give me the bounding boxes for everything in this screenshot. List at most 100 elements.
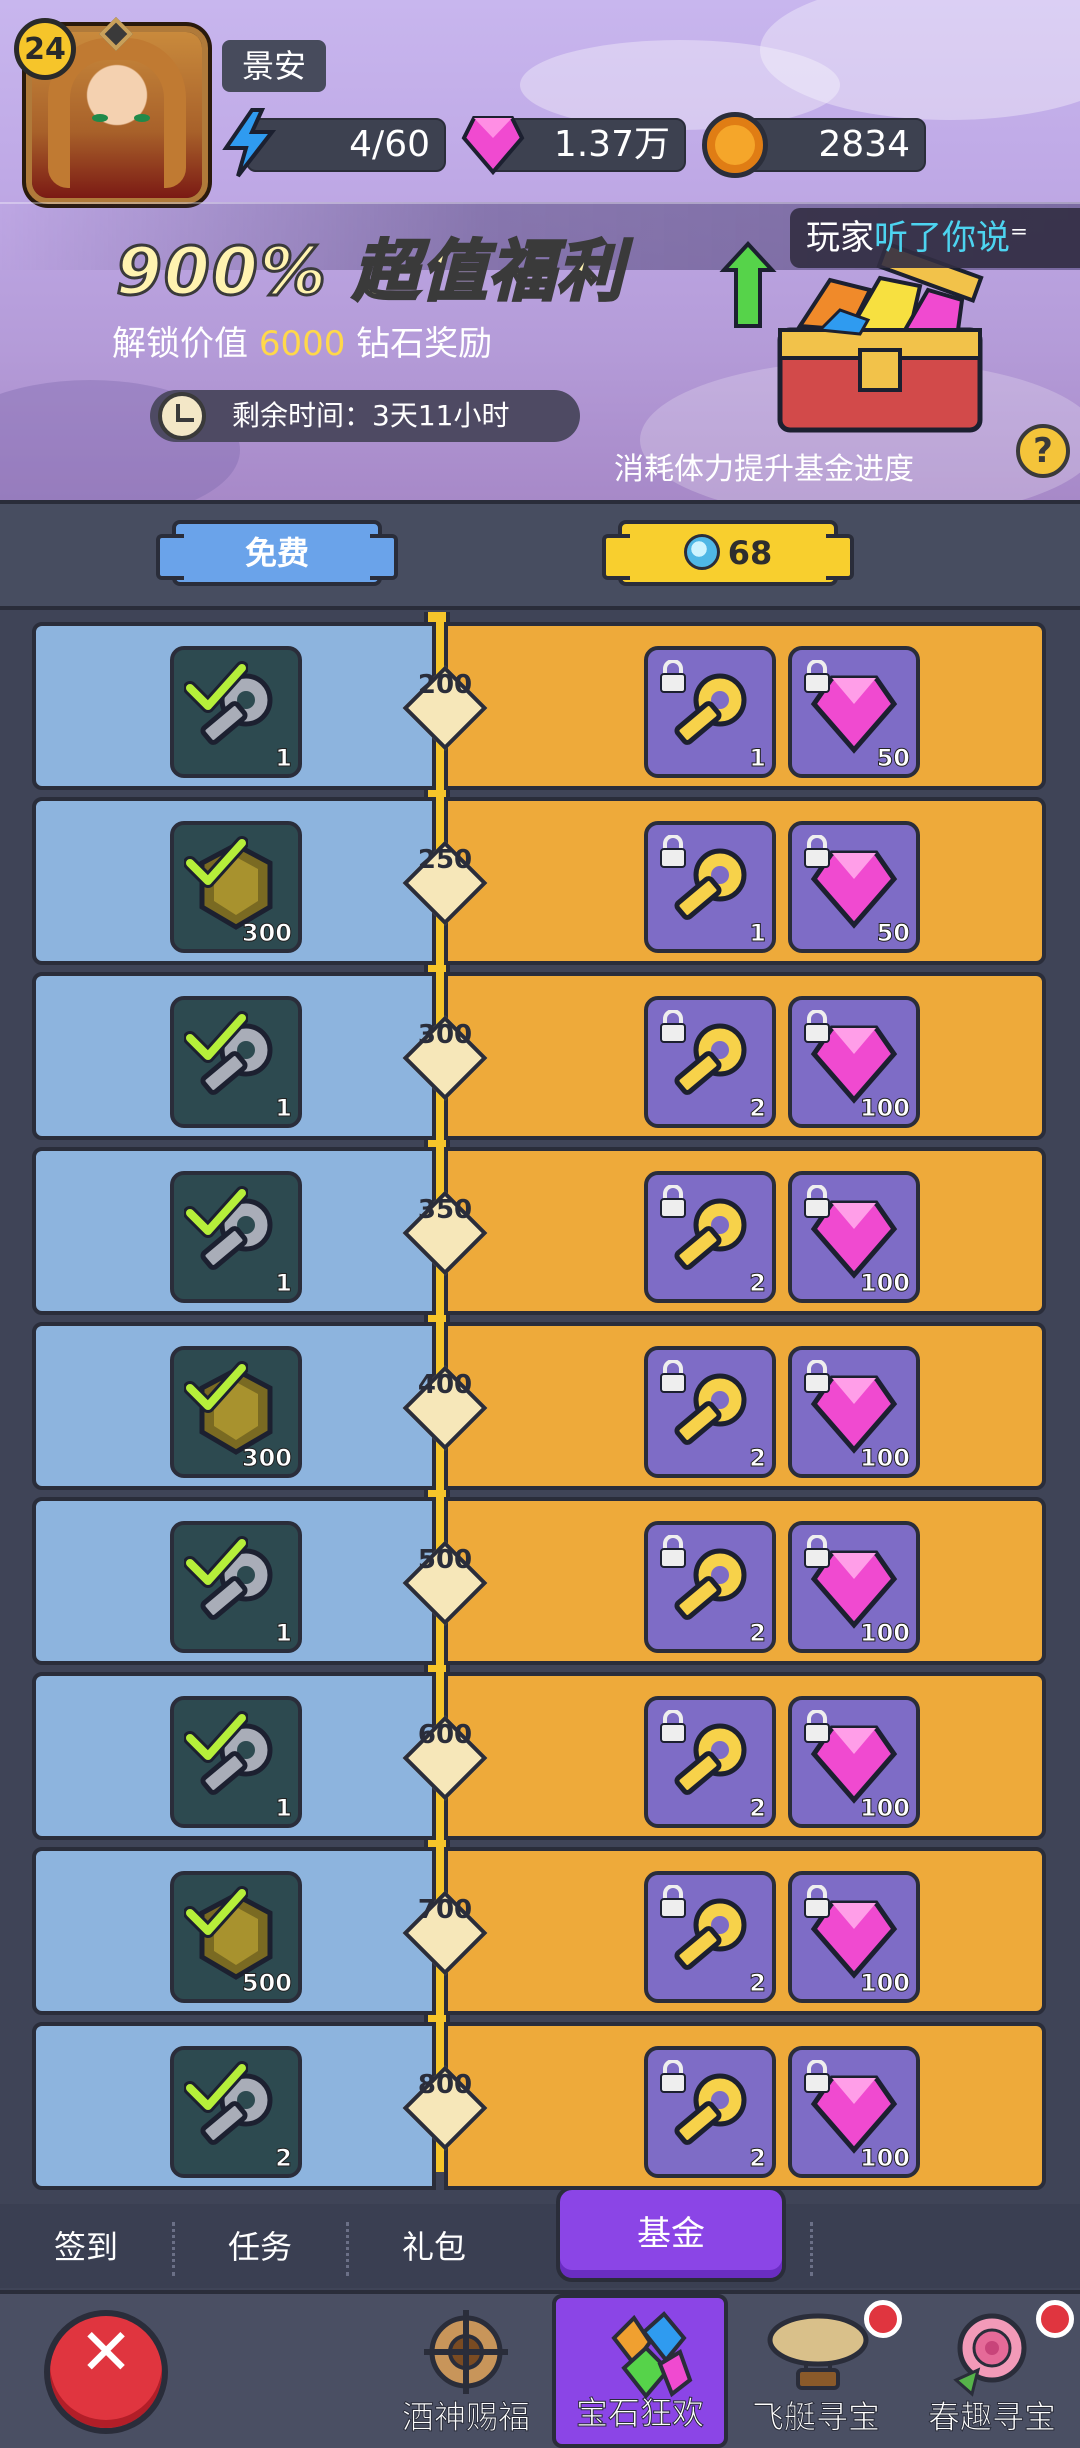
nav-tab-gem-carnival[interactable]: 宝石狂欢 <box>552 2294 728 2448</box>
paid-reward-key[interactable]: 1 <box>644 646 776 778</box>
reward-row: 300 2 100 400 <box>32 1322 1048 1490</box>
paid-reward-gem[interactable]: 100 <box>788 996 920 1128</box>
paid-reward-key[interactable]: 2 <box>644 2046 776 2178</box>
reward-quantity: 2 <box>749 1269 767 1298</box>
milestone-value: 700 <box>417 1895 473 1925</box>
banner-title: 900% 超值福利 <box>115 232 625 312</box>
reward-row: 500 2 100 700 <box>32 1847 1048 2015</box>
free-reward-claimed[interactable]: 2 <box>170 2046 302 2178</box>
notification-dot <box>864 2300 902 2338</box>
free-reward-claimed[interactable]: 1 <box>170 1521 302 1653</box>
close-icon: ✕ <box>79 2316 133 2390</box>
paid-reward-gem[interactable]: 100 <box>788 1521 920 1653</box>
tab-gifts[interactable]: 礼包 <box>402 2222 466 2268</box>
paid-reward-cell: 2 100 <box>444 1147 1046 1315</box>
reward-quantity: 1 <box>275 744 293 773</box>
milestone-value: 200 <box>417 670 473 700</box>
paid-reward-gem[interactable]: 50 <box>788 646 920 778</box>
paid-reward-gem[interactable]: 100 <box>788 2046 920 2178</box>
progress-hint: 消耗体力提升基金进度 <box>614 452 914 487</box>
tab-fund[interactable]: 基金 <box>556 2186 786 2282</box>
free-reward-claimed[interactable]: 1 <box>170 646 302 778</box>
coin-icon <box>702 112 768 178</box>
paid-reward-cell: 2 100 <box>444 972 1046 1140</box>
free-reward-claimed[interactable]: 1 <box>170 1171 302 1303</box>
tab-tasks[interactable]: 任务 <box>228 2222 292 2268</box>
reward-quantity: 100 <box>859 1094 910 1123</box>
ship-wheel-icon <box>424 2310 508 2394</box>
gem-icon <box>461 116 525 176</box>
reward-quantity: 300 <box>241 1444 292 1473</box>
free-reward-claimed[interactable]: 300 <box>170 821 302 953</box>
free-reward-cell: 1 <box>32 972 436 1140</box>
paid-reward-key[interactable]: 2 <box>644 1871 776 2003</box>
reward-quantity: 100 <box>859 1444 910 1473</box>
reward-quantity: 100 <box>859 1619 910 1648</box>
close-button[interactable]: ✕ <box>44 2310 168 2434</box>
paid-track-purchase-button[interactable]: 68 <box>602 520 854 586</box>
reward-quantity: 1 <box>275 1269 293 1298</box>
milestone-value: 250 <box>417 845 473 875</box>
paid-reward-key[interactable]: 2 <box>644 1346 776 1478</box>
free-reward-cell: 1 <box>32 1672 436 1840</box>
free-reward-cell: 300 <box>32 797 436 965</box>
help-button[interactable]: ? <box>1016 424 1070 478</box>
milestone-value: 500 <box>417 1545 473 1575</box>
sub-tab-bar <box>0 2204 1080 2288</box>
reward-row: 2 2 100 800 <box>32 2022 1048 2190</box>
reward-quantity: 100 <box>859 1969 910 1998</box>
clock-icon <box>158 392 206 440</box>
reward-quantity: 1 <box>749 919 767 948</box>
paid-reward-cell: 1 50 <box>444 797 1046 965</box>
milestone-value: 350 <box>417 1195 473 1225</box>
free-reward-cell: 1 <box>32 622 436 790</box>
remaining-time: 剩余时间：3天11小时 <box>150 390 580 442</box>
paid-reward-key[interactable]: 2 <box>644 1696 776 1828</box>
paid-reward-gem[interactable]: 100 <box>788 1171 920 1303</box>
level-badge: 24 <box>14 18 76 80</box>
energy-counter[interactable]: 4/60 <box>246 118 446 172</box>
rose-icon <box>953 2313 1027 2397</box>
milestone-value: 400 <box>417 1370 473 1400</box>
reward-quantity: 2 <box>275 2144 293 2173</box>
paid-reward-key[interactable]: 2 <box>644 1171 776 1303</box>
milestone-marker: 300 <box>402 1015 488 1101</box>
paid-reward-gem[interactable]: 100 <box>788 1696 920 1828</box>
reward-quantity: 50 <box>876 919 910 948</box>
free-reward-cell: 1 <box>32 1497 436 1665</box>
milestone-marker: 600 <box>402 1715 488 1801</box>
reward-quantity: 100 <box>859 1794 910 1823</box>
paid-reward-gem[interactable]: 100 <box>788 1871 920 2003</box>
paid-reward-key[interactable]: 1 <box>644 821 776 953</box>
reward-quantity: 2 <box>749 1969 767 1998</box>
reward-quantity: 1 <box>275 1094 293 1123</box>
milestone-marker: 500 <box>402 1540 488 1626</box>
paid-reward-cell: 2 100 <box>444 1847 1046 2015</box>
free-reward-claimed[interactable]: 1 <box>170 996 302 1128</box>
free-reward-claimed[interactable]: 500 <box>170 1871 302 2003</box>
paid-reward-key[interactable]: 2 <box>644 1521 776 1653</box>
tab-signin[interactable]: 签到 <box>54 2222 118 2268</box>
paid-reward-key[interactable]: 2 <box>644 996 776 1128</box>
reward-row: 1 2 100 350 <box>32 1147 1048 1315</box>
notification-dot <box>1036 2300 1074 2338</box>
milestone-marker: 400 <box>402 1365 488 1451</box>
reward-quantity: 50 <box>876 744 910 773</box>
reward-row: 1 2 100 500 <box>32 1497 1048 1665</box>
free-reward-claimed[interactable]: 300 <box>170 1346 302 1478</box>
banner-subtitle: 解锁价值 6000 钻石奖励 <box>112 324 493 364</box>
free-reward-claimed[interactable]: 1 <box>170 1696 302 1828</box>
player-feedback-button[interactable]: 玩家听了你说⁼ <box>790 208 1080 268</box>
nav-tab-wine-god-blessing[interactable]: 酒神赐福 <box>378 2294 554 2448</box>
milestone-marker: 200 <box>402 665 488 751</box>
reward-quantity: 2 <box>749 1444 767 1473</box>
paid-reward-gem[interactable]: 100 <box>788 1346 920 1478</box>
milestone-marker: 350 <box>402 1190 488 1276</box>
energy-bolt-icon <box>222 108 276 178</box>
reward-quantity: 1 <box>275 1619 293 1648</box>
reward-quantity: 2 <box>749 1094 767 1123</box>
reward-quantity: 1 <box>275 1794 293 1823</box>
reward-quantity: 2 <box>749 2144 767 2173</box>
paid-reward-gem[interactable]: 50 <box>788 821 920 953</box>
free-reward-cell: 1 <box>32 1147 436 1315</box>
